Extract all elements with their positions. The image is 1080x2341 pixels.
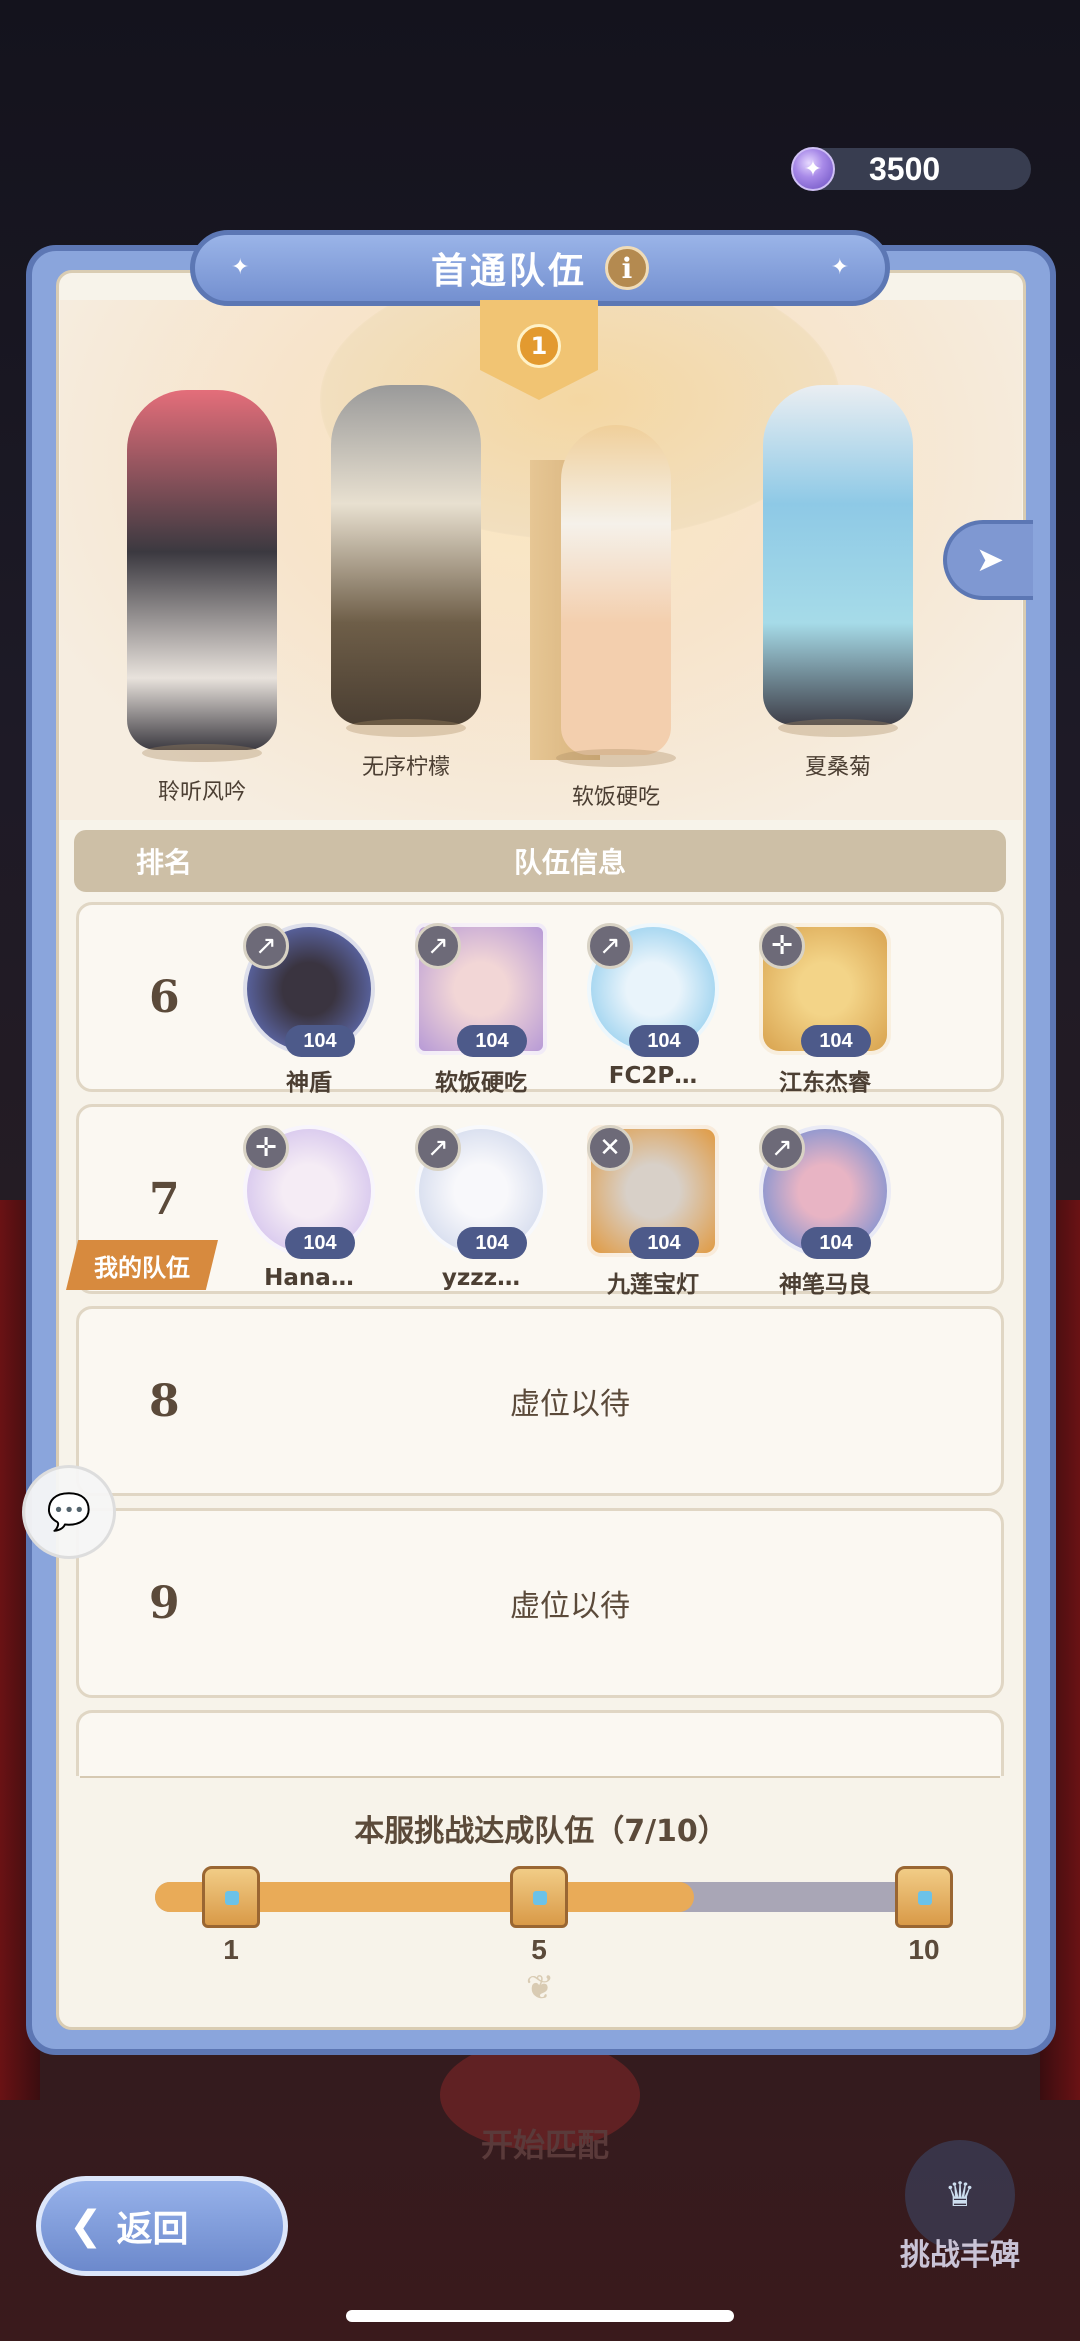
- rank-badge-number: 1: [517, 324, 561, 368]
- team-member[interactable]: ↗ 104 神笔马良: [755, 1125, 895, 1299]
- member-level: 104: [629, 1227, 699, 1259]
- member-level: 104: [629, 1025, 699, 1057]
- member-avatar: ↗ 104: [243, 923, 375, 1057]
- sparkle-icon: ✦: [231, 255, 250, 280]
- member-name: 神盾: [286, 1070, 332, 1096]
- member-level: 104: [801, 1227, 871, 1259]
- member-level: 104: [285, 1025, 355, 1057]
- header-team-info: 队伍信息: [513, 846, 626, 879]
- table-row-my-team[interactable]: 7 ✛ 104 Hana… ↗ 104 yzzz… ✕ 104 九莲宝灯 ↗ 1…: [76, 1104, 1004, 1298]
- hero-2[interactable]: 无序柠檬: [316, 385, 496, 781]
- hero-shadow: [346, 719, 466, 737]
- back-button[interactable]: ❮ 返回: [36, 2176, 288, 2276]
- home-indicator[interactable]: [346, 2310, 734, 2322]
- panel-title: 首通队伍: [430, 251, 587, 292]
- table-row: 8 虚位以待: [76, 1306, 1004, 1496]
- class-icon: ↗: [415, 923, 461, 969]
- gem-icon: ✦: [791, 147, 835, 191]
- member-name: FC2P…: [608, 1063, 698, 1089]
- milestone-label: 5: [531, 1934, 547, 1965]
- member-level: 104: [801, 1025, 871, 1057]
- team-member[interactable]: ↗ 104 软饭硬吃: [411, 923, 551, 1097]
- empty-slot-text: 虚位以待: [510, 1387, 630, 1422]
- currency-display: ✦ 3500: [791, 147, 1031, 191]
- chat-icon[interactable]: 💬: [22, 1465, 116, 1559]
- hero-figure: [561, 425, 671, 755]
- table-row[interactable]: 6 ↗ 104 神盾 ↗ 104 软饭硬吃 ↗ 104 FC2P… ✛ 104 …: [76, 902, 1004, 1096]
- member-level: 104: [457, 1025, 527, 1057]
- hero-shadow: [142, 744, 262, 762]
- class-icon: ↗: [759, 1125, 805, 1171]
- hero-4[interactable]: 夏桑菊: [748, 385, 928, 781]
- member-avatar: ✛ 104: [759, 923, 891, 1057]
- class-icon: ✛: [759, 923, 805, 969]
- member-level: 104: [285, 1227, 355, 1259]
- class-icon: ✛: [243, 1125, 289, 1171]
- team-member[interactable]: ✛ 104 Hana…: [239, 1125, 379, 1291]
- class-icon: ↗: [415, 1125, 461, 1171]
- ornament-icon: ❦: [525, 1968, 555, 2008]
- row-rank: 6: [149, 971, 180, 1023]
- hero-figure: [127, 390, 277, 750]
- member-name: 江东杰睿: [779, 1070, 871, 1096]
- reward-chest-icon[interactable]: [895, 1866, 953, 1928]
- member-name: 软饭硬吃: [435, 1070, 527, 1096]
- table-row-partial: [76, 1710, 1004, 1776]
- class-icon: ↗: [243, 923, 289, 969]
- hero-name: 聆听风吟: [157, 780, 246, 805]
- member-avatar: ✛ 104: [243, 1125, 375, 1259]
- progress-title: 本服挑战达成队伍（7/10）: [354, 1814, 728, 1849]
- ranking-table-header: 排名 队伍信息: [74, 830, 1006, 892]
- team-member[interactable]: ↗ 104 神盾: [239, 923, 379, 1097]
- milestone-label: 1: [223, 1934, 239, 1965]
- header-rank: 排名: [135, 846, 192, 879]
- hero-figure: [331, 385, 481, 725]
- member-name: 神笔马良: [779, 1272, 871, 1298]
- hero-name: 夏桑菊: [804, 755, 871, 780]
- next-arrow-icon[interactable]: ➤: [943, 520, 1033, 600]
- member-name: yzzz…: [441, 1265, 521, 1291]
- currency-amount: 3500: [869, 150, 941, 187]
- team-member[interactable]: ✕ 104 九莲宝灯: [583, 1125, 723, 1299]
- class-icon: ✕: [587, 1125, 633, 1171]
- table-row: 9 虚位以待: [76, 1508, 1004, 1698]
- divider: [80, 1776, 1000, 1778]
- team-member[interactable]: ↗ 104 yzzz…: [411, 1125, 551, 1291]
- hero-name: 软饭硬吃: [571, 785, 660, 810]
- reward-chest-icon[interactable]: [202, 1866, 260, 1928]
- member-avatar: ↗ 104: [587, 923, 719, 1057]
- member-name: 九莲宝灯: [607, 1272, 699, 1298]
- reward-chest-icon[interactable]: [510, 1866, 568, 1928]
- member-avatar: ↗ 104: [759, 1125, 891, 1259]
- hero-shadow: [778, 719, 898, 737]
- member-name: Hana…: [264, 1265, 354, 1291]
- hero-3[interactable]: 软饭硬吃: [526, 425, 706, 811]
- back-arrow-icon: ❮: [69, 2203, 103, 2249]
- monument-button[interactable]: ♛ 挑战丰碑: [880, 2140, 1040, 2274]
- hero-name: 无序柠檬: [361, 755, 450, 780]
- start-match-label[interactable]: 开始匹配: [470, 2120, 620, 2166]
- back-label: 返回: [116, 2209, 189, 2250]
- empty-slot-text: 虚位以待: [510, 1589, 630, 1624]
- sparkle-icon: ✦: [830, 255, 849, 280]
- hero-1[interactable]: 聆听风吟: [112, 390, 292, 806]
- hero-figure: [763, 385, 913, 725]
- info-icon[interactable]: i: [605, 246, 649, 290]
- panel-title-tab: ✦ 首通队伍 i ✦: [190, 230, 890, 306]
- team-member[interactable]: ✛ 104 江东杰睿: [755, 923, 895, 1097]
- my-team-tag: 我的队伍: [66, 1240, 218, 1290]
- team-member[interactable]: ↗ 104 FC2P…: [583, 923, 723, 1089]
- member-avatar: ↗ 104: [415, 1125, 547, 1259]
- hero-shadow: [556, 749, 676, 767]
- member-avatar: ✕ 104: [587, 1125, 719, 1259]
- member-level: 104: [457, 1227, 527, 1259]
- milestone-label: 10: [908, 1934, 940, 1965]
- member-avatar: ↗ 104: [415, 923, 547, 1057]
- class-icon: ↗: [587, 923, 633, 969]
- monument-label: 挑战丰碑: [900, 2238, 1020, 2273]
